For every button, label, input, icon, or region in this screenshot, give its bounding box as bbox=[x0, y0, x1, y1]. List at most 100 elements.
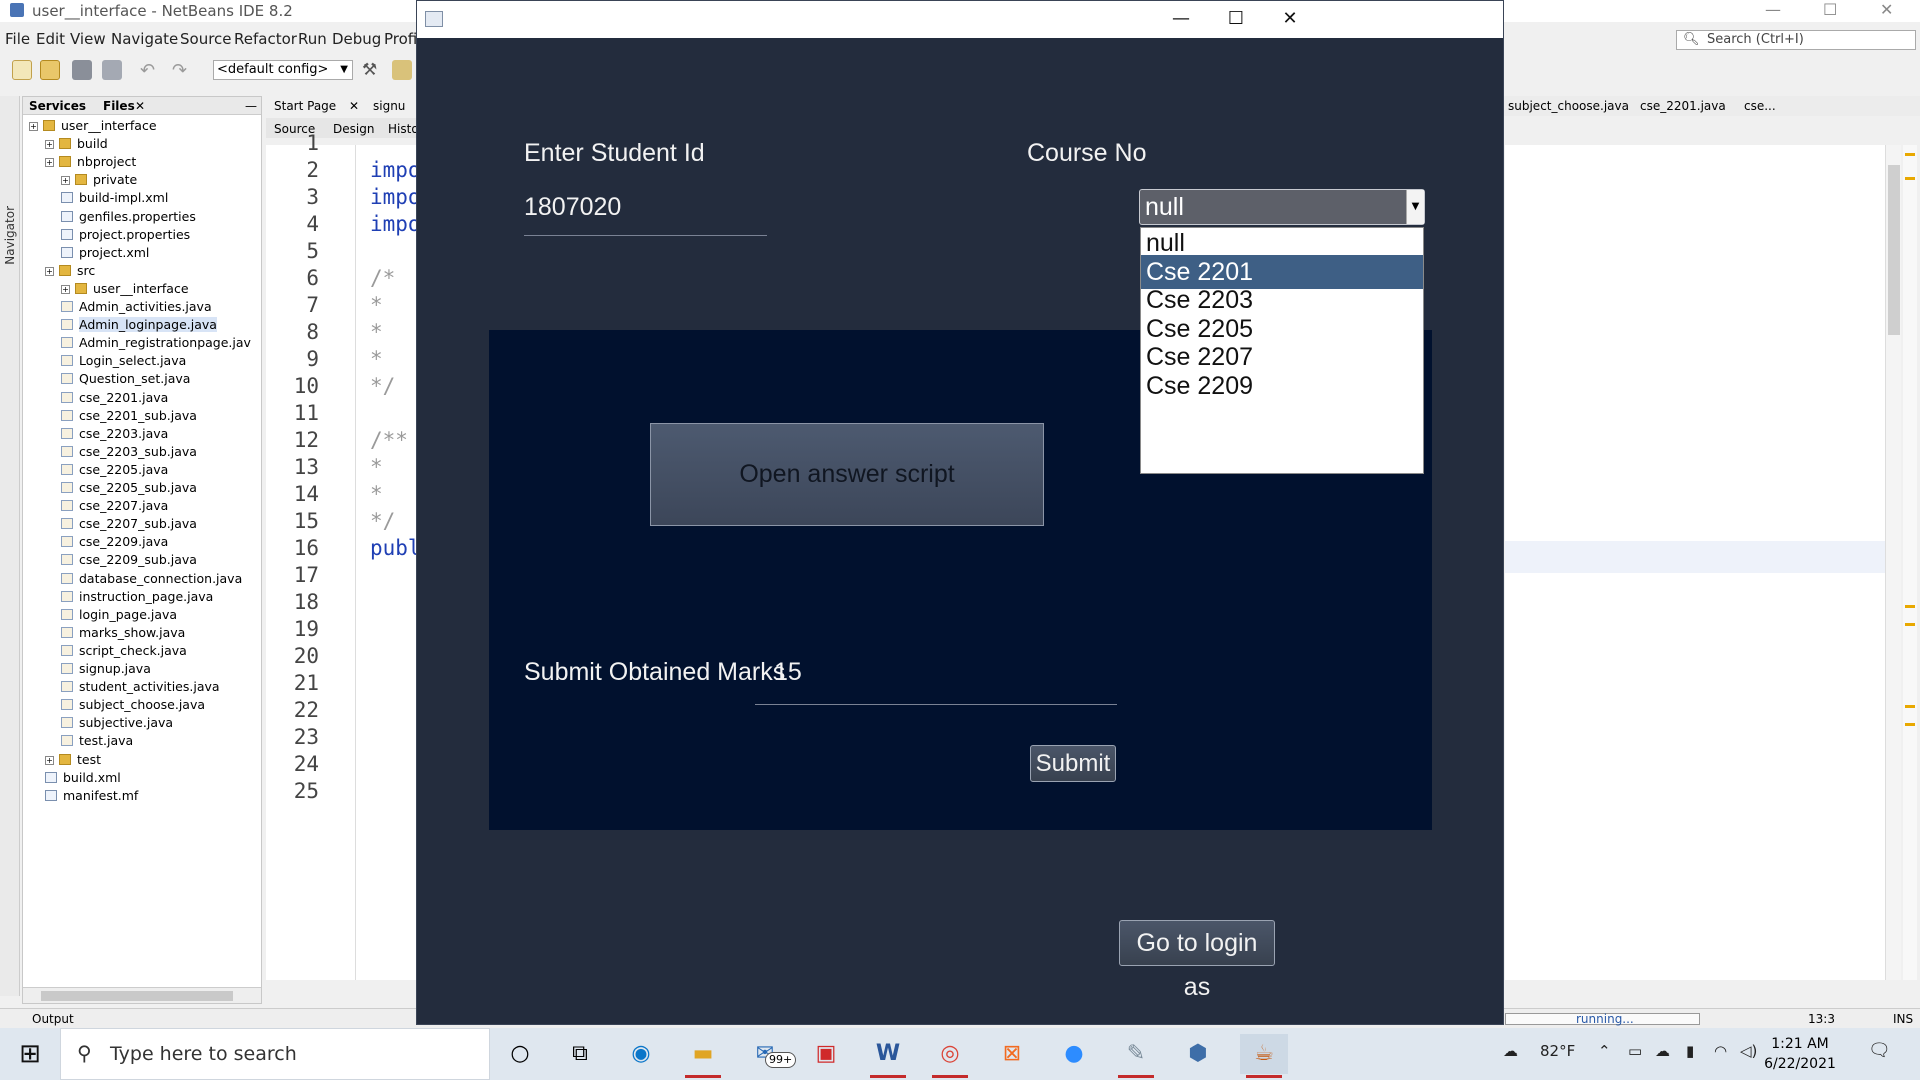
netbeans-icon[interactable]: ⬢ bbox=[1174, 1034, 1222, 1074]
tab-cse-more[interactable]: cse... bbox=[1744, 99, 1776, 113]
tree-item[interactable]: test.java bbox=[61, 732, 133, 750]
close-icon[interactable]: ✕ bbox=[349, 99, 359, 113]
expand-toggle-icon[interactable]: + bbox=[45, 158, 54, 168]
close-icon[interactable]: ✕ bbox=[135, 99, 145, 113]
student-id-field[interactable]: 1807020 bbox=[524, 193, 621, 222]
tree-item[interactable]: subjective.java bbox=[61, 714, 173, 732]
tree-item[interactable]: marks_show.java bbox=[61, 624, 185, 642]
temperature[interactable]: 82°F bbox=[1540, 1042, 1575, 1060]
expand-toggle-icon[interactable]: + bbox=[61, 176, 70, 186]
tab-design[interactable]: Design bbox=[333, 122, 374, 136]
menu-profile[interactable]: Profi bbox=[384, 30, 417, 48]
tree-item[interactable]: cse_2205_sub.java bbox=[61, 479, 197, 497]
output-tab[interactable]: Output bbox=[32, 1012, 74, 1026]
tree-item[interactable]: subject_choose.java bbox=[61, 696, 205, 714]
tree-item[interactable]: Admin_loginpage.java bbox=[61, 316, 217, 334]
tree-item[interactable]: script_check.java bbox=[61, 642, 187, 660]
tree-item[interactable]: cse_2209_sub.java bbox=[61, 551, 197, 569]
mail-icon[interactable]: ✉ 99+ bbox=[741, 1034, 797, 1074]
tree-item[interactable]: cse_2203.java bbox=[61, 425, 168, 443]
tab-signup[interactable]: signu bbox=[373, 99, 405, 113]
tree-item[interactable]: Admin_registrationpage.jav bbox=[61, 334, 251, 352]
tree-item[interactable]: Question_set.java bbox=[61, 370, 190, 388]
course-option[interactable]: Cse 2209 bbox=[1141, 369, 1423, 403]
tree-item[interactable]: project.properties bbox=[61, 226, 190, 244]
xampp-icon[interactable]: ⊠ bbox=[988, 1034, 1036, 1074]
wifi-icon[interactable]: ◠ bbox=[1714, 1042, 1727, 1060]
chrome-icon[interactable]: ◎ bbox=[926, 1034, 974, 1078]
tab-files[interactable]: Files bbox=[103, 99, 135, 113]
code-editor-right[interactable] bbox=[1505, 145, 1885, 980]
tree-item[interactable]: cse_2209.java bbox=[61, 533, 168, 551]
go-to-login-button[interactable]: Go to login as bbox=[1119, 920, 1275, 1001]
tree-item[interactable]: + src bbox=[45, 262, 95, 280]
weather-icon[interactable]: ☁ bbox=[1503, 1042, 1518, 1060]
submit-button[interactable]: Submit bbox=[1030, 745, 1116, 782]
paint-icon[interactable]: ✎ bbox=[1112, 1034, 1160, 1078]
horizontal-scrollbar[interactable] bbox=[23, 987, 261, 1003]
onedrive-icon[interactable]: ☁ bbox=[1655, 1042, 1670, 1060]
tree-item[interactable]: + test bbox=[45, 751, 101, 769]
tree-item[interactable]: login_page.java bbox=[61, 606, 177, 624]
tree-item[interactable]: instruction_page.java bbox=[61, 588, 213, 606]
tree-item[interactable]: cse_2201.java bbox=[61, 389, 168, 407]
menu-refactor[interactable]: Refactor bbox=[234, 30, 297, 48]
minimize-icon[interactable]: — bbox=[1765, 0, 1781, 19]
build-hammer-icon[interactable]: ⚒ bbox=[362, 60, 382, 80]
expand-toggle-icon[interactable]: + bbox=[45, 266, 54, 276]
tab-start-page[interactable]: Start Page bbox=[274, 99, 336, 113]
menu-debug[interactable]: Debug bbox=[332, 30, 381, 48]
file-explorer-icon[interactable]: ▬ bbox=[679, 1034, 727, 1078]
java-icon[interactable]: ☕ bbox=[1240, 1034, 1288, 1078]
close-icon[interactable]: ✕ bbox=[1880, 0, 1893, 19]
expand-toggle-icon[interactable]: + bbox=[45, 755, 54, 765]
vertical-scrollbar[interactable] bbox=[1885, 145, 1901, 980]
tree-item[interactable]: genfiles.properties bbox=[61, 208, 196, 226]
meet-icon[interactable]: ▭ bbox=[1628, 1042, 1642, 1060]
maximize-icon[interactable]: ☐ bbox=[1823, 0, 1837, 19]
tree-item[interactable]: cse_2207.java bbox=[61, 497, 168, 515]
notifications-icon[interactable]: 🗨︎ bbox=[1868, 1040, 1891, 1061]
config-select[interactable]: <default config> ▼ bbox=[213, 60, 353, 80]
menu-run[interactable]: Run bbox=[298, 30, 327, 48]
expand-toggle-icon[interactable]: + bbox=[29, 122, 38, 131]
tree-item[interactable]: project.xml bbox=[61, 244, 149, 262]
minimize-panel-icon[interactable]: — bbox=[245, 99, 257, 113]
edge-icon[interactable]: ◉ bbox=[617, 1034, 665, 1074]
tab-services[interactable]: Services bbox=[29, 99, 86, 113]
zoom-icon[interactable]: ● bbox=[1050, 1034, 1098, 1074]
tree-item[interactable]: + nbproject bbox=[45, 153, 136, 171]
gift-icon[interactable]: ▣ bbox=[802, 1034, 850, 1074]
chevron-down-icon[interactable]: ▼ bbox=[1406, 190, 1424, 224]
maximize-icon[interactable]: ☐ bbox=[1213, 5, 1259, 33]
tree-item[interactable]: cse_2203_sub.java bbox=[61, 443, 197, 461]
save-all-icon[interactable] bbox=[102, 60, 122, 80]
new-project-icon[interactable] bbox=[40, 60, 60, 80]
cortana-icon[interactable]: ○ bbox=[496, 1034, 544, 1074]
tree-item[interactable]: student_activities.java bbox=[61, 678, 220, 696]
tree-item[interactable]: build.xml bbox=[45, 769, 121, 787]
tree-item[interactable]: database_connection.java bbox=[61, 570, 242, 588]
tree-item[interactable]: signup.java bbox=[61, 660, 151, 678]
code-editor[interactable]: impo impo impo /* * * * */ /** * * */ publ bbox=[356, 145, 421, 980]
tree-item[interactable]: manifest.mf bbox=[45, 787, 138, 805]
close-icon[interactable]: ✕ bbox=[1267, 5, 1313, 33]
redo-icon[interactable]: ↷ bbox=[172, 60, 192, 81]
task-view-icon[interactable]: ⧉ bbox=[556, 1034, 604, 1074]
tab-history[interactable]: Histo bbox=[388, 122, 419, 136]
tab-subject-choose[interactable]: subject_choose.java bbox=[1508, 99, 1629, 113]
tree-item[interactable]: + user__interface bbox=[29, 117, 157, 135]
minimize-icon[interactable]: — bbox=[1158, 5, 1204, 33]
course-select[interactable]: null ▼ bbox=[1139, 189, 1425, 225]
open-answer-script-button[interactable]: Open answer script bbox=[650, 423, 1044, 526]
tree-item[interactable]: cse_2205.java bbox=[61, 461, 168, 479]
tree-item[interactable]: + private bbox=[61, 171, 137, 189]
expand-toggle-icon[interactable]: + bbox=[61, 284, 70, 294]
menu-source[interactable]: Source bbox=[180, 30, 232, 48]
menu-file[interactable]: File bbox=[5, 30, 30, 48]
tree-item[interactable]: build-impl.xml bbox=[61, 189, 168, 207]
menu-edit[interactable]: Edit bbox=[36, 30, 65, 48]
clock[interactable]: 1:21 AM 6/22/2021 bbox=[1755, 1034, 1845, 1074]
taskbar-search-input[interactable]: ⚲ Type here to search bbox=[60, 1028, 490, 1080]
tree-item[interactable]: Login_select.java bbox=[61, 352, 186, 370]
